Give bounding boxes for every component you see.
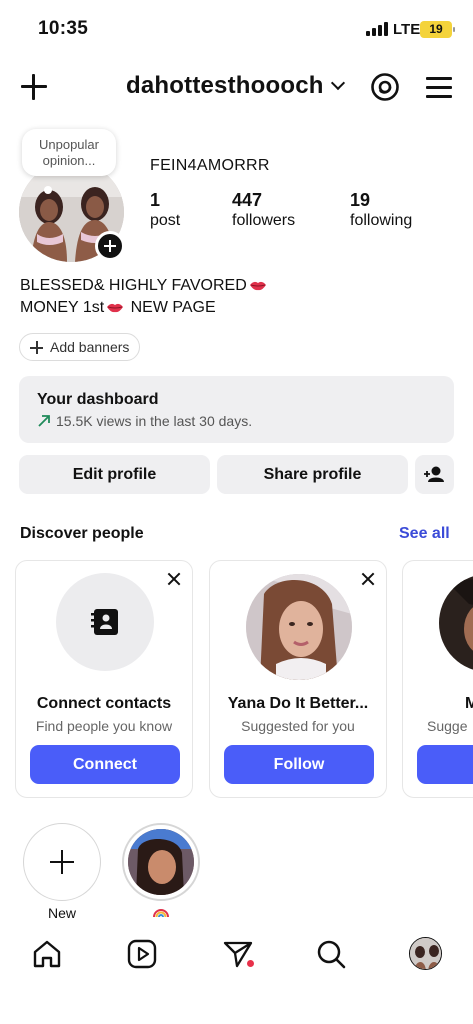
profile-tab-avatar[interactable] — [409, 937, 442, 970]
bio-text: NEW PAGE — [126, 299, 216, 316]
new-highlight-label: New — [47, 905, 76, 921]
bio-line-2: MONEY 1st NEW PAGE — [20, 297, 269, 319]
profile-header: dahottesthoooch — [0, 62, 473, 114]
note-text: Unpopular opinion... — [39, 137, 99, 168]
account-switcher[interactable]: dahottesthoooch — [126, 72, 345, 100]
discover-card-suggested: Yana Do It Better... Suggested for you F… — [209, 560, 387, 798]
bottom-tab-bar — [0, 928, 473, 980]
bio-text: BLESSED& HIGHLY FAVORED — [20, 277, 247, 294]
display-name: FEIN4AMORRR — [150, 157, 270, 174]
battery-icon: 19 — [420, 21, 455, 38]
note-bubble-tail — [44, 186, 52, 194]
stat-value: 447 — [232, 190, 263, 210]
highlight-cover — [128, 829, 194, 895]
stat-value: 1 — [150, 190, 161, 210]
close-icon[interactable] — [361, 572, 375, 586]
lips-emoji-icon — [249, 282, 266, 291]
card-subtitle: Find people you know — [35, 718, 173, 734]
close-icon[interactable] — [167, 572, 181, 586]
bio-line-1: BLESSED& HIGHLY FAVORED — [20, 275, 269, 297]
menu-icon[interactable] — [426, 77, 452, 99]
rainbow-emoji-icon — [153, 909, 169, 918]
discover-card-contacts: Connect contacts Find people you know Co… — [15, 560, 193, 798]
threads-icon[interactable] — [370, 72, 400, 102]
follow-button[interactable]: Follow — [224, 745, 374, 784]
battery-level: 19 — [429, 22, 443, 36]
new-highlight-button[interactable] — [23, 823, 101, 901]
see-all-link[interactable]: See all — [399, 525, 450, 543]
chevron-down-icon — [330, 75, 345, 91]
reels-icon[interactable] — [126, 938, 158, 970]
add-story-icon[interactable] — [95, 231, 125, 261]
suggested-user-photo — [246, 574, 352, 680]
stat-posts[interactable]: 1 post — [150, 189, 180, 231]
network-label: LTE — [393, 21, 421, 38]
search-icon[interactable] — [315, 938, 347, 970]
card-subtitle: Suggested for you — [241, 718, 355, 734]
discover-title: Discover people — [20, 525, 144, 542]
profile-tab-photo — [410, 938, 441, 969]
notification-dot — [247, 960, 254, 967]
trend-arrow-icon — [38, 415, 50, 427]
add-person-icon — [424, 466, 444, 482]
contacts-icon — [91, 609, 118, 635]
home-icon[interactable] — [31, 938, 63, 970]
suggested-user-avatar[interactable] — [246, 574, 352, 680]
dashboard-title: Your dashboard — [37, 391, 159, 408]
note-bubble[interactable]: Unpopular opinion... — [22, 129, 116, 176]
highlight-cover-photo — [128, 829, 194, 895]
connect-button[interactable]: Connect — [30, 745, 180, 784]
status-time: 10:35 — [38, 18, 89, 39]
card-title: Connect contacts — [36, 695, 172, 712]
discover-card-partial: M Sugge F — [402, 560, 473, 798]
stat-label: followers — [232, 212, 296, 229]
signal-icon — [366, 22, 388, 36]
story-highlight[interactable] — [122, 823, 200, 901]
card-title: M — [465, 695, 473, 713]
create-plus-icon[interactable] — [20, 73, 48, 101]
card-subtitle: Sugge — [427, 718, 468, 734]
dashboard-subtitle: 15.5K views in the last 30 days. — [56, 413, 253, 429]
card-title: Yana Do It Better... — [227, 695, 369, 712]
edit-profile-button[interactable]: Edit profile — [19, 455, 210, 494]
status-bar: 10:35 LTE 19 — [0, 0, 473, 56]
share-profile-button[interactable]: Share profile — [217, 455, 408, 494]
contacts-avatar — [56, 573, 154, 671]
bio: BLESSED& HIGHLY FAVORED MONEY 1st NEW PA… — [20, 275, 269, 319]
add-banners-button[interactable]: Add banners — [19, 333, 141, 361]
discover-people-button[interactable] — [415, 455, 454, 494]
suggested-user-avatar[interactable] — [439, 574, 473, 672]
add-banners-label: Add banners — [50, 339, 130, 355]
stat-value: 19 — [350, 190, 371, 210]
stat-followers[interactable]: 447 followers — [232, 189, 295, 231]
lips-emoji-icon — [107, 304, 124, 313]
stat-following[interactable]: 19 following — [350, 189, 412, 231]
follow-button[interactable]: F — [417, 745, 473, 784]
dashboard-card[interactable]: Your dashboard 15.5K views in the last 3… — [19, 376, 454, 443]
stat-label: following — [350, 212, 413, 229]
username: dahottesthoooch — [126, 72, 324, 99]
stat-label: post — [150, 212, 181, 229]
suggested-user-photo — [439, 574, 473, 672]
bio-text: MONEY 1st — [20, 299, 105, 316]
